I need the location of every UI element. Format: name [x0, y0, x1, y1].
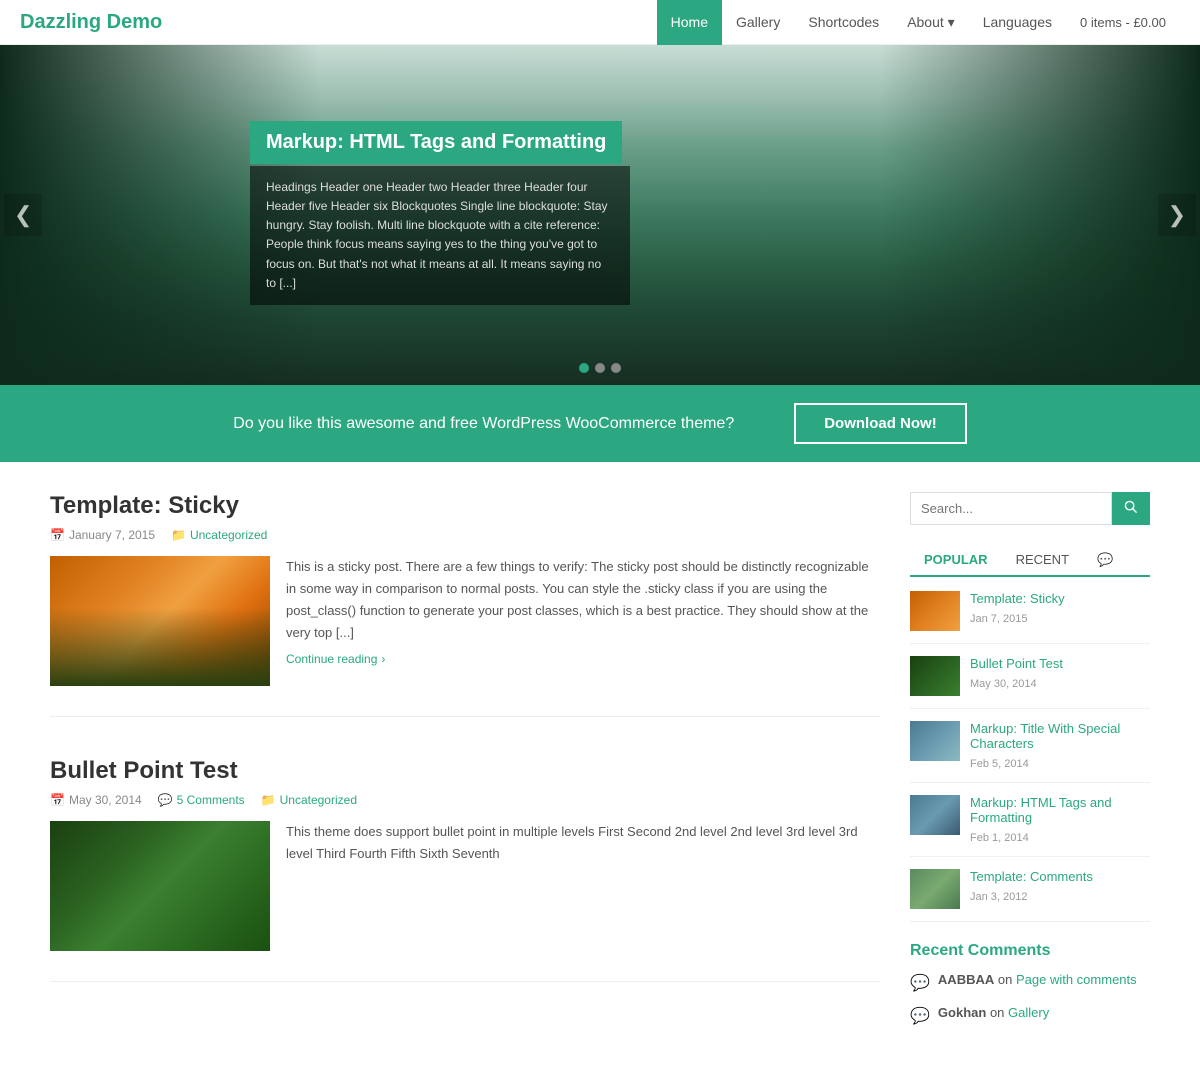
post-1-thumbnail	[50, 556, 270, 686]
folder-icon: 📁	[171, 528, 186, 542]
popular-date-1: Jan 7, 2015	[970, 613, 1028, 625]
post-2-thumbnail	[50, 821, 270, 951]
hero-title-box: Markup: HTML Tags and Formatting	[250, 121, 622, 164]
hero-trees-right	[880, 45, 1200, 385]
post-1-title[interactable]: Template: Sticky	[50, 492, 880, 520]
tab-recent[interactable]: RECENT	[1002, 545, 1083, 577]
popular-date-3: Feb 5, 2014	[970, 758, 1029, 770]
hero-description: Headings Header one Header two Header th…	[266, 178, 614, 293]
comment-link-1[interactable]: Page with comments	[1016, 972, 1137, 987]
search-button[interactable]	[1112, 492, 1150, 525]
nav-about[interactable]: About ▾	[893, 0, 969, 45]
post-1-category: 📁 Uncategorized	[171, 528, 267, 542]
search-box	[910, 492, 1150, 525]
popular-date-2: May 30, 2014	[970, 678, 1037, 690]
hero-content: Markup: HTML Tags and Formatting Heading…	[250, 121, 630, 305]
hero-dot-3[interactable]	[611, 363, 621, 373]
popular-item-5: Template: Comments Jan 3, 2012	[910, 869, 1150, 922]
post-1-read-more[interactable]: Continue reading ›	[286, 652, 385, 666]
comment-link-2[interactable]: Gallery	[1008, 1005, 1049, 1020]
popular-link-4[interactable]: Markup: HTML Tags and Formatting	[970, 795, 1150, 825]
popular-item-3: Markup: Title With Special Characters Fe…	[910, 721, 1150, 783]
post-1-excerpt: This is a sticky post. There are a few t…	[286, 556, 880, 644]
main-container: Template: Sticky 📅 January 7, 2015 📁 Unc…	[30, 462, 1170, 1068]
popular-info-1: Template: Sticky Jan 7, 2015	[970, 591, 1065, 625]
post-2-category: 📁 Uncategorized	[261, 793, 357, 807]
comment-bubble-icon-2: 💬	[910, 1006, 930, 1026]
popular-info-5: Template: Comments Jan 3, 2012	[970, 869, 1093, 903]
hero-prev-button[interactable]: ❮	[4, 194, 42, 236]
comment-icon-2: 💬	[158, 793, 173, 807]
comment-author-2: Gokhan	[938, 1005, 986, 1020]
comments-list: 💬 AABBAA on Page with comments 💬 Gokhan …	[910, 972, 1150, 1026]
calendar-icon: 📅	[50, 528, 65, 542]
comment-author-1: AABBAA	[938, 972, 994, 987]
comment-bubble-icon-1: 💬	[910, 973, 930, 993]
post-1-content: This is a sticky post. There are a few t…	[286, 556, 880, 686]
search-input[interactable]	[910, 492, 1112, 525]
post-2-meta: 📅 May 30, 2014 💬 5 Comments 📁 Uncategori…	[50, 793, 880, 807]
recent-comments-title: Recent Comments	[910, 942, 1150, 960]
popular-list: Template: Sticky Jan 7, 2015 Bullet Poin…	[910, 591, 1150, 922]
popular-link-1[interactable]: Template: Sticky	[970, 591, 1065, 606]
navbar: Dazzling Demo Home Gallery Shortcodes Ab…	[0, 0, 1200, 45]
nav-cart[interactable]: 0 items - £0.00	[1066, 0, 1180, 45]
popular-item-4: Markup: HTML Tags and Formatting Feb 1, …	[910, 795, 1150, 857]
post-2: Bullet Point Test 📅 May 30, 2014 💬 5 Com…	[50, 757, 880, 982]
hero-desc-box: Headings Header one Header two Header th…	[250, 166, 630, 305]
hero-dots	[579, 363, 621, 373]
popular-link-5[interactable]: Template: Comments	[970, 869, 1093, 884]
nav-shortcodes[interactable]: Shortcodes	[794, 0, 893, 45]
hero-section: ❮ Markup: HTML Tags and Formatting Headi…	[0, 45, 1200, 385]
comment-item-2: 💬 Gokhan on Gallery	[910, 1005, 1150, 1026]
sidebar: POPULAR RECENT 💬 Template: Sticky Jan 7,…	[910, 492, 1150, 1038]
post-2-body: This theme does support bullet point in …	[50, 821, 880, 951]
cta-banner: Do you like this awesome and free WordPr…	[0, 385, 1200, 462]
hero-title: Markup: HTML Tags and Formatting	[266, 131, 606, 154]
popular-date-5: Jan 3, 2012	[970, 891, 1028, 903]
tab-comments[interactable]: 💬	[1083, 545, 1127, 577]
popular-thumb-2	[910, 656, 960, 696]
popular-thumb-5	[910, 869, 960, 909]
nav-gallery[interactable]: Gallery	[722, 0, 794, 45]
popular-thumb-4	[910, 795, 960, 835]
hero-dot-1[interactable]	[579, 363, 589, 373]
popular-info-3: Markup: Title With Special Characters Fe…	[970, 721, 1150, 770]
post-2-title[interactable]: Bullet Point Test	[50, 757, 880, 785]
search-icon	[1124, 500, 1138, 514]
post-1: Template: Sticky 📅 January 7, 2015 📁 Unc…	[50, 492, 880, 717]
hero-next-button[interactable]: ❯	[1158, 194, 1196, 236]
post-1-meta: 📅 January 7, 2015 📁 Uncategorized	[50, 528, 880, 542]
popular-date-4: Feb 1, 2014	[970, 832, 1029, 844]
cta-text: Do you like this awesome and free WordPr…	[233, 415, 734, 433]
popular-thumb-1	[910, 591, 960, 631]
post-1-date: 📅 January 7, 2015	[50, 528, 155, 542]
calendar-icon-2: 📅	[50, 793, 65, 807]
sidebar-tabs: POPULAR RECENT 💬	[910, 545, 1150, 577]
post-2-excerpt: This theme does support bullet point in …	[286, 821, 880, 865]
popular-link-2[interactable]: Bullet Point Test	[970, 656, 1063, 671]
nav-logo[interactable]: Dazzling Demo	[20, 11, 162, 34]
post-2-content: This theme does support bullet point in …	[286, 821, 880, 951]
nav-home[interactable]: Home	[657, 0, 722, 45]
post-1-body: This is a sticky post. There are a few t…	[50, 556, 880, 686]
popular-thumb-3	[910, 721, 960, 761]
tab-popular[interactable]: POPULAR	[910, 545, 1002, 577]
content-area: Template: Sticky 📅 January 7, 2015 📁 Unc…	[50, 492, 880, 1038]
nav-items: Home Gallery Shortcodes About ▾ Language…	[657, 0, 1180, 45]
comment-item-1: 💬 AABBAA on Page with comments	[910, 972, 1150, 993]
popular-info-2: Bullet Point Test May 30, 2014	[970, 656, 1063, 690]
folder-icon-2: 📁	[261, 793, 276, 807]
post-2-comments: 💬 5 Comments	[158, 793, 245, 807]
nav-languages[interactable]: Languages	[969, 0, 1066, 45]
popular-info-4: Markup: HTML Tags and Formatting Feb 1, …	[970, 795, 1150, 844]
download-now-button[interactable]: Download Now!	[794, 403, 967, 444]
popular-item-1: Template: Sticky Jan 7, 2015	[910, 591, 1150, 644]
hero-dot-2[interactable]	[595, 363, 605, 373]
popular-link-3[interactable]: Markup: Title With Special Characters	[970, 721, 1150, 751]
post-2-date: 📅 May 30, 2014	[50, 793, 142, 807]
popular-item-2: Bullet Point Test May 30, 2014	[910, 656, 1150, 709]
